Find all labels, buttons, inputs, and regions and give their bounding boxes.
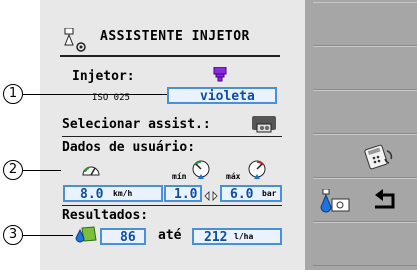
injector-assistant-icon — [62, 27, 92, 58]
page-header: ASSISTENTE INJETOR — [60, 25, 280, 57]
application-rate-icon — [74, 224, 98, 248]
injector-value: violeta — [200, 89, 255, 104]
injector-label: Injetor: — [72, 69, 135, 84]
pressure-min-label: mín — [172, 172, 187, 181]
softkey-calculator[interactable] — [313, 134, 417, 178]
softkey-sidebar — [305, 0, 417, 270]
results-label: Resultados: — [62, 208, 149, 223]
nozzle-settings-icon — [319, 188, 351, 219]
softkey-6[interactable] — [313, 222, 417, 266]
result-min-field: 86 — [100, 228, 146, 245]
page-title: ASSISTENTE INJETOR — [100, 29, 250, 44]
result-unit: l/ha — [234, 232, 254, 241]
pressure-max-value: 6.0 — [230, 187, 254, 202]
result-to-word: até — [158, 228, 182, 243]
softkey-3[interactable] — [313, 90, 417, 134]
softkey-nozzle-settings[interactable] — [313, 178, 417, 222]
injector-iso: ISO 025 — [92, 93, 130, 103]
pressure-min-field[interactable]: 1.0 — [164, 185, 202, 202]
speed-unit: km/h — [113, 189, 133, 198]
softkey-1[interactable] — [313, 2, 417, 46]
softkey-2[interactable] — [313, 46, 417, 90]
back-icon — [371, 189, 399, 217]
swap-arrows-icon[interactable] — [204, 187, 218, 206]
user-data-label: Dados de usuário: — [62, 140, 196, 155]
result-max-value: 212 — [204, 230, 228, 245]
callout-3-line — [23, 235, 73, 236]
callout-3: 3 — [3, 225, 23, 245]
pressure-max-field[interactable]: 6.0 bar — [220, 185, 282, 202]
divider-1 — [62, 136, 282, 137]
result-max-field: 212 l/ha — [192, 228, 282, 245]
callout-2: 2 — [3, 160, 23, 180]
pressure-max-gauge-icon — [246, 160, 268, 184]
pressure-max-label: máx — [226, 172, 241, 181]
pressure-min-gauge-icon — [190, 160, 212, 184]
speed-value: 8.0 — [80, 187, 104, 202]
injector-color-icon — [213, 66, 227, 87]
callout-1: 1 — [3, 84, 23, 104]
divider-2 — [62, 205, 282, 206]
select-assist-button[interactable] — [252, 116, 276, 133]
pressure-unit: bar — [262, 189, 277, 198]
injector-select[interactable]: violeta — [167, 87, 277, 104]
result-min-value: 86 — [120, 230, 136, 245]
assist-mode-icon — [256, 118, 272, 137]
callout-2-line — [23, 170, 61, 171]
select-assist-label: Selecionar assist.: — [62, 117, 211, 132]
speed-field[interactable]: 8.0 km/h — [63, 185, 163, 202]
pressure-min-value: 1.0 — [174, 187, 198, 202]
speed-gauge-icon — [82, 162, 100, 181]
calculator-icon — [363, 143, 397, 175]
